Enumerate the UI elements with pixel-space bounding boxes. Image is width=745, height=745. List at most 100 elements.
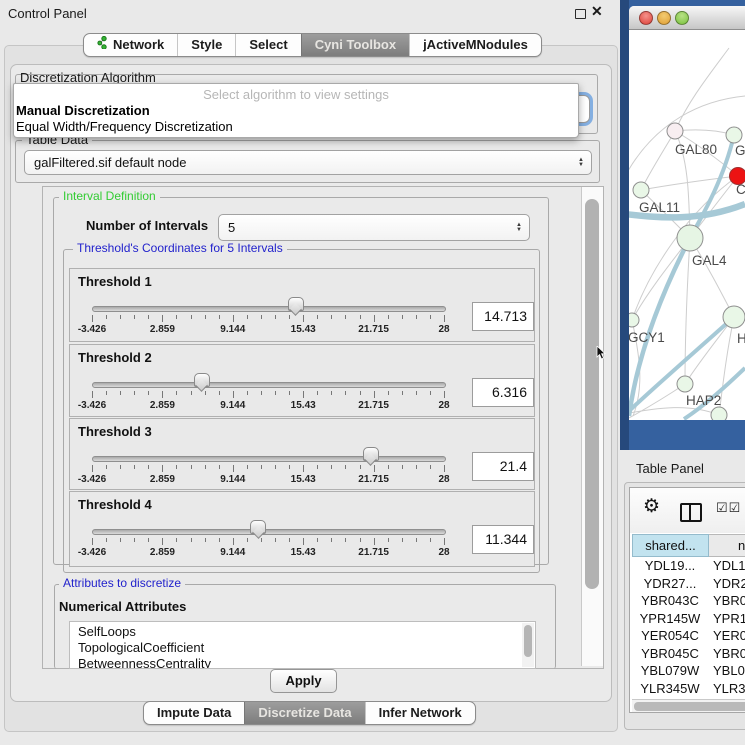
threshold-4-slider-thumb[interactable] bbox=[250, 520, 266, 534]
node-label: GAL4 bbox=[692, 253, 727, 268]
node-h bbox=[723, 306, 745, 328]
tab-jactivemnodules[interactable]: jActiveMNodules bbox=[409, 34, 541, 56]
mouse-cursor bbox=[596, 346, 607, 361]
numerical-attributes-list[interactable]: SelfLoopsTopologicalCoefficientBetweenne… bbox=[69, 621, 536, 669]
tab-impute-data[interactable]: Impute Data bbox=[144, 702, 244, 724]
tab-network[interactable]: Network bbox=[84, 34, 177, 56]
ruler-ticks bbox=[92, 391, 444, 399]
thresholds-group-title: Threshold's Coordinates for 5 Intervals bbox=[73, 242, 287, 255]
column-header-name[interactable]: n bbox=[709, 534, 745, 557]
table-row[interactable]: YDR27...YDR2 bbox=[632, 575, 745, 593]
select-columns-icon[interactable]: ☑☑ bbox=[716, 500, 741, 516]
number-of-intervals-label: Number of Intervals bbox=[86, 218, 208, 233]
threshold-4-label: Threshold 4 bbox=[78, 497, 152, 512]
threshold-4-slider-track[interactable] bbox=[92, 529, 446, 535]
float-window-icon[interactable] bbox=[575, 9, 586, 19]
gear-icon[interactable]: ⚙ bbox=[643, 497, 660, 516]
node-bottom bbox=[711, 407, 727, 420]
threshold-1-slider-thumb[interactable] bbox=[288, 297, 304, 311]
window-titlebar[interactable] bbox=[629, 6, 745, 30]
threshold-1-value-field[interactable]: 14.713 bbox=[472, 302, 534, 331]
scrollbar-thumb[interactable] bbox=[524, 625, 532, 657]
list-scrollbar[interactable] bbox=[522, 623, 534, 667]
column-header-shared-name[interactable]: shared... bbox=[632, 534, 709, 557]
table-data-value: galFiltered.sif default node bbox=[25, 155, 578, 170]
attribute-item[interactable]: TopologicalCoefficient bbox=[70, 640, 535, 656]
number-of-intervals-value: 5 bbox=[219, 220, 516, 235]
tab-style[interactable]: Style bbox=[177, 34, 235, 56]
settings-scrollbar[interactable] bbox=[581, 187, 603, 666]
node-label: GA bbox=[735, 143, 745, 158]
threshold-3-value-field[interactable]: 21.4 bbox=[472, 452, 534, 481]
node-label: C bbox=[736, 182, 745, 197]
ruler-labels: -3.4262.8599.14415.4321.71528 bbox=[92, 547, 444, 558]
threshold-1-panel: Threshold 1 -3.4262.8599.14415.4321.7152… bbox=[69, 268, 535, 342]
popup-hint: Select algorithm to view settings bbox=[14, 87, 578, 103]
threshold-1-label: Threshold 1 bbox=[78, 274, 152, 289]
scrollbar-thumb[interactable] bbox=[634, 702, 745, 711]
settings-scroll-panel: Interval Definition Number of Intervals … bbox=[42, 186, 604, 669]
table-row[interactable]: YER054CYER0 bbox=[632, 627, 745, 645]
threshold-3-slider-track[interactable] bbox=[92, 456, 446, 462]
table-row[interactable]: YDL19...YDL1 bbox=[632, 557, 745, 575]
popup-option-manual[interactable]: Manual Discretization bbox=[14, 103, 578, 119]
table-panel-title: Table Panel bbox=[636, 461, 704, 476]
apply-button[interactable]: Apply bbox=[270, 669, 337, 693]
close-traffic-light[interactable] bbox=[639, 11, 653, 25]
threshold-2-panel: Threshold 2 -3.4262.8599.14415.4321.7152… bbox=[69, 344, 535, 417]
stepper-icon: ▲▼ bbox=[516, 223, 529, 232]
stepper-icon: ▲▼ bbox=[578, 158, 591, 167]
network-view-frame-edge bbox=[620, 0, 629, 450]
table-row[interactable]: YBR045CYBR0 bbox=[632, 645, 745, 663]
node-top-right bbox=[726, 127, 742, 143]
ruler-labels: -3.4262.8599.14415.4321.71528 bbox=[92, 474, 444, 485]
network-icon bbox=[97, 34, 108, 56]
attribute-item[interactable]: SelfLoops bbox=[70, 622, 535, 640]
split-columns-icon[interactable] bbox=[680, 503, 702, 522]
node-gal80 bbox=[667, 123, 683, 139]
panel-title: Control Panel bbox=[8, 6, 87, 21]
threshold-2-value-field[interactable]: 6.316 bbox=[472, 378, 534, 407]
node-label: H bbox=[737, 331, 745, 346]
bottom-tab-bar: Impute DataDiscretize DataInfer Network bbox=[143, 701, 476, 725]
tab-cyni-toolbox[interactable]: Cyni Toolbox bbox=[301, 34, 409, 56]
threshold-1-slider-track[interactable] bbox=[92, 306, 446, 312]
ruler-ticks bbox=[92, 538, 444, 546]
table-data-combobox[interactable]: galFiltered.sif default node ▲▼ bbox=[24, 150, 592, 175]
minimize-traffic-light[interactable] bbox=[657, 11, 671, 25]
table-rows: YDL19...YDL1YDR27...YDR2YBR043CYBR0YPR14… bbox=[632, 557, 745, 703]
scrollbar-thumb[interactable] bbox=[585, 199, 599, 589]
network-graph: GAL80 GA C GAL11 GAL4 GCY1 H HAP2 bbox=[629, 30, 745, 420]
attribute-item[interactable]: BetweennessCentrality bbox=[70, 656, 535, 669]
threshold-4-panel: Threshold 4 -3.4262.8599.14415.4321.7152… bbox=[69, 491, 535, 567]
zoom-traffic-light[interactable] bbox=[675, 11, 689, 25]
threshold-2-slider-track[interactable] bbox=[92, 382, 446, 388]
threshold-2-label: Threshold 2 bbox=[78, 350, 152, 365]
threshold-2-slider-thumb[interactable] bbox=[194, 373, 210, 387]
table-hscrollbar[interactable] bbox=[632, 699, 745, 713]
node-label: HAP2 bbox=[686, 393, 721, 408]
node-gal11 bbox=[633, 182, 649, 198]
node-gcy1 bbox=[629, 313, 639, 327]
table-row[interactable]: YBL079WYBL0 bbox=[632, 662, 745, 680]
node-label: GAL80 bbox=[675, 142, 717, 157]
network-canvas[interactable]: GAL80 GA C GAL11 GAL4 GCY1 H HAP2 bbox=[629, 30, 745, 420]
ruler-labels: -3.4262.8599.14415.4321.71528 bbox=[92, 400, 444, 411]
numerical-attributes-label: Numerical Attributes bbox=[59, 599, 186, 614]
tab-select[interactable]: Select bbox=[235, 34, 300, 56]
table-row[interactable]: YPR145WYPR1 bbox=[632, 610, 745, 628]
popup-option-equal-width[interactable]: Equal Width/Frequency Discretization bbox=[14, 119, 578, 135]
threshold-3-slider-thumb[interactable] bbox=[363, 447, 379, 461]
table-row[interactable]: YLR345WYLR3 bbox=[632, 680, 745, 698]
close-icon[interactable]: ✕ bbox=[591, 3, 603, 20]
number-of-intervals-combobox[interactable]: 5 ▲▼ bbox=[218, 214, 530, 241]
tab-discretize-data[interactable]: Discretize Data bbox=[244, 702, 364, 724]
table-row[interactable]: YBR043CYBR0 bbox=[632, 592, 745, 610]
ruler-labels: -3.4262.8599.14415.4321.71528 bbox=[92, 324, 444, 335]
node-label: GAL11 bbox=[639, 200, 680, 215]
tab-infer-network[interactable]: Infer Network bbox=[365, 702, 475, 724]
node-gal4 bbox=[677, 225, 703, 251]
threshold-4-value-field[interactable]: 11.344 bbox=[472, 525, 534, 554]
top-tab-bar: NetworkStyleSelectCyni ToolboxjActiveMNo… bbox=[83, 33, 542, 57]
attributes-group-title: Attributes to discretize bbox=[59, 577, 185, 590]
